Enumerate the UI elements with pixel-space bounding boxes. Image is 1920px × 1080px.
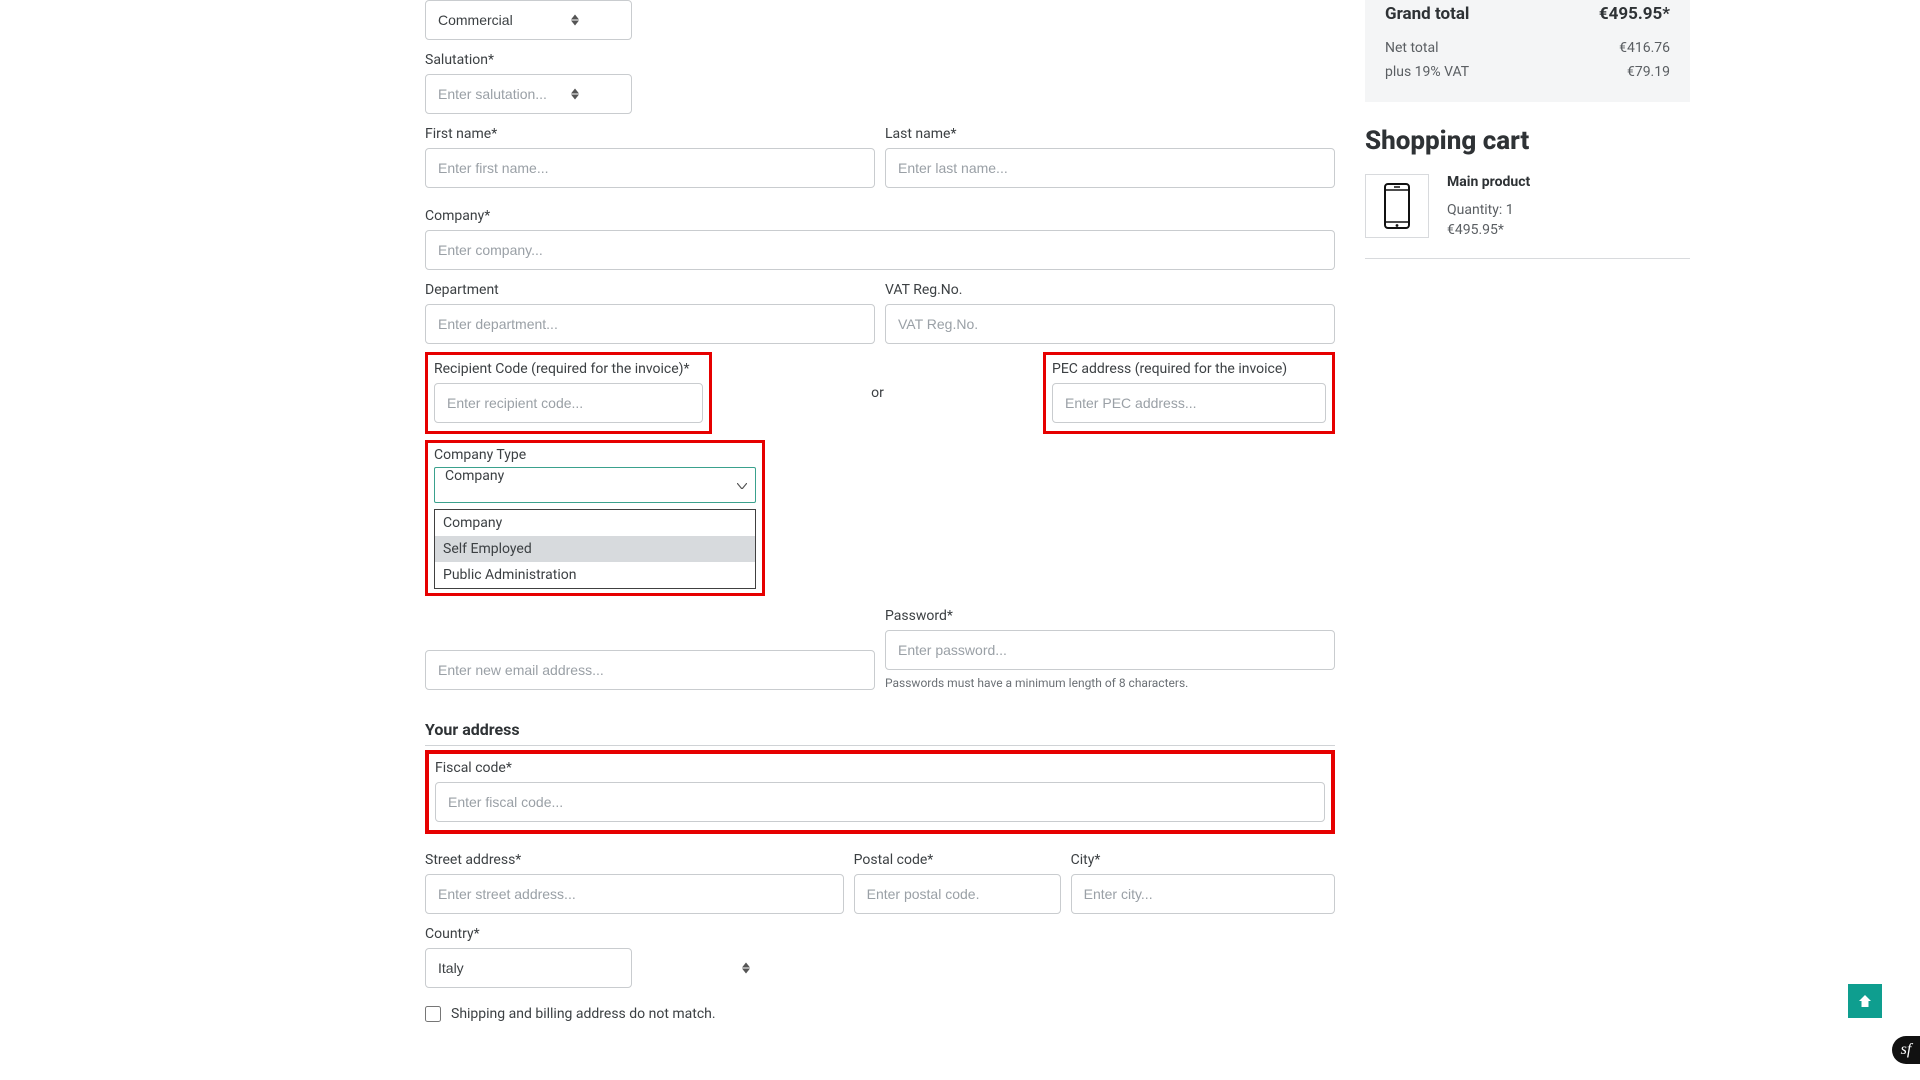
- company-input[interactable]: [425, 230, 1335, 270]
- street-label: Street address*: [425, 852, 844, 868]
- postal-label: Postal code*: [854, 852, 1061, 868]
- debug-badge[interactable]: sf: [1892, 1036, 1920, 1064]
- fiscal-label: Fiscal code*: [435, 760, 1325, 776]
- chevron-down-icon: [737, 477, 747, 493]
- salutation-label: Salutation*: [425, 52, 589, 68]
- or-separator: or: [871, 385, 884, 401]
- city-input[interactable]: [1071, 874, 1335, 914]
- vat-value: €79.19: [1627, 64, 1670, 80]
- address-heading: Your address: [425, 720, 1335, 746]
- recipient-code-label: Recipient Code (required for the invoice…: [434, 361, 703, 377]
- street-input[interactable]: [425, 874, 844, 914]
- grand-total-label: Grand total: [1385, 4, 1469, 24]
- postal-input[interactable]: [854, 874, 1061, 914]
- grand-total-value: €495.95*: [1599, 4, 1670, 24]
- cart-item-name: Main product: [1447, 174, 1530, 190]
- password-help: Passwords must have a minimum length of …: [885, 676, 1335, 690]
- company-type-option-public-administration[interactable]: Public Administration: [435, 562, 755, 588]
- cart-title: Shopping cart: [1365, 126, 1690, 156]
- recipient-code-input[interactable]: [434, 383, 703, 423]
- scroll-top-button[interactable]: [1848, 984, 1882, 1018]
- company-type-highlight: Company Type Company Company Self Employ…: [425, 440, 765, 596]
- company-type-option-company[interactable]: Company: [435, 510, 755, 536]
- ship-bill-diff-label: Shipping and billing address do not matc…: [451, 1006, 716, 1022]
- pec-highlight: PEC address (required for the invoice): [1043, 352, 1335, 434]
- salutation-select[interactable]: [425, 74, 632, 114]
- first-name-input[interactable]: [425, 148, 875, 188]
- fiscal-input[interactable]: [435, 782, 1325, 822]
- company-type-dropdown: Company Self Employed Public Administrat…: [434, 509, 756, 589]
- debug-badge-text: sf: [1901, 1041, 1912, 1059]
- pec-label: PEC address (required for the invoice): [1052, 361, 1326, 377]
- iam-select[interactable]: [425, 0, 632, 40]
- email-input[interactable]: [425, 650, 875, 690]
- last-name-input[interactable]: [885, 148, 1335, 188]
- city-label: City*: [1071, 852, 1335, 868]
- vat-input[interactable]: [885, 304, 1335, 344]
- last-name-label: Last name*: [885, 126, 1335, 142]
- cart-item: Main product Quantity: 1 €495.95*: [1365, 174, 1690, 259]
- vat-label: VAT Reg.No.: [885, 282, 1335, 298]
- arrow-up-icon: [1858, 994, 1872, 1008]
- company-type-label: Company Type: [434, 447, 756, 463]
- vat-label: plus 19% VAT: [1385, 64, 1469, 80]
- product-thumbnail: [1365, 174, 1429, 238]
- first-name-label: First name*: [425, 126, 875, 142]
- department-input[interactable]: [425, 304, 875, 344]
- company-type-select[interactable]: Company: [434, 467, 756, 503]
- country-select[interactable]: [425, 948, 632, 988]
- net-total-label: Net total: [1385, 40, 1439, 56]
- summary-card: Grand total €495.95* Net total €416.76 p…: [1365, 0, 1690, 102]
- cart-item-qty: Quantity: 1: [1447, 202, 1530, 218]
- password-label: Password*: [885, 608, 1335, 624]
- recipient-code-highlight: Recipient Code (required for the invoice…: [425, 352, 712, 434]
- updown-icon: [742, 963, 750, 974]
- company-type-option-self-employed[interactable]: Self Employed: [435, 536, 755, 562]
- cart-item-price: €495.95*: [1447, 222, 1530, 238]
- company-type-selected: Company: [445, 468, 504, 484]
- country-label: Country*: [425, 926, 760, 942]
- company-label: Company*: [425, 208, 1335, 224]
- fiscal-highlight: Fiscal code*: [425, 750, 1335, 834]
- ship-bill-diff-checkbox[interactable]: [425, 1006, 441, 1022]
- password-input[interactable]: [885, 630, 1335, 670]
- net-total-value: €416.76: [1619, 40, 1670, 56]
- phone-icon: [1382, 182, 1412, 230]
- department-label: Department: [425, 282, 875, 298]
- pec-input[interactable]: [1052, 383, 1326, 423]
